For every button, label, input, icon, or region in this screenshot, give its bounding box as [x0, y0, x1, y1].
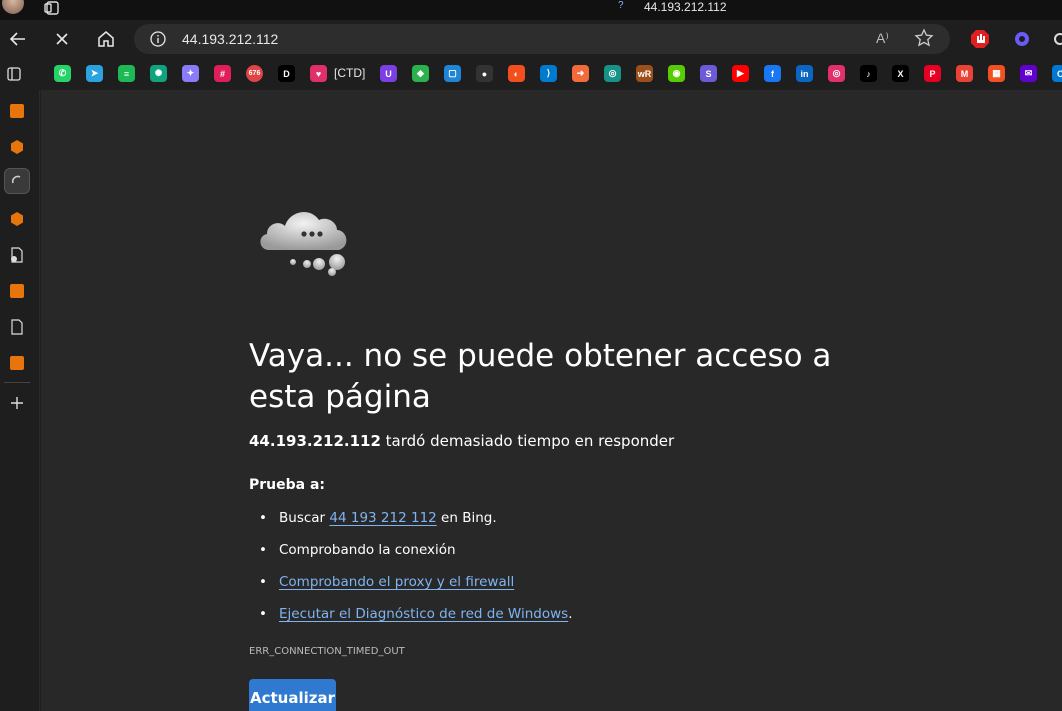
sidebar-tab-1[interactable] — [4, 98, 30, 124]
suggestion-check-connection: Comprobando la conexión — [249, 542, 573, 574]
read-aloud-icon[interactable]: A⁾ — [876, 30, 889, 47]
vertical-tabs-sidebar — [0, 90, 40, 711]
profile-avatar[interactable] — [2, 0, 24, 14]
youtube-icon[interactable]: ▶ — [732, 65, 749, 82]
gitkraken-icon[interactable]: ◎ — [604, 65, 621, 82]
spotify-icon[interactable]: ≡ — [118, 65, 135, 82]
tiktok-icon[interactable]: ♪ — [860, 65, 877, 82]
speedtest-icon[interactable]: 676 — [246, 65, 263, 82]
yahoo-mail-icon[interactable]: ✉ — [1020, 65, 1037, 82]
error-title: Vaya... no se puede obtener acceso a est… — [249, 338, 832, 415]
suggestion-list: Buscar 44 193 212 112 en Bing. Comproban… — [249, 510, 573, 638]
favorite-star-icon[interactable] — [914, 28, 934, 48]
error-code: ERR_CONNECTION_TIMED_OUT — [249, 646, 405, 657]
tab-favicon: ? — [618, 0, 624, 11]
pinterest-icon[interactable]: P — [924, 65, 941, 82]
search-suffix: en Bing. — [436, 510, 497, 526]
diagnostics-suffix: . — [568, 606, 573, 622]
error-subtitle: 44.193.212.112 tardó demasiado tiempo en… — [249, 432, 674, 450]
favorites-bar: [CTD] ✆ ➤ ≡ ✺ ✦ #676 D ♥ U ◆ ▢ ● ◐ ⟩ ➜ ◎ wR ◉ S ▶ f in ◎ ♪ X P M ▦ ✉… — [0, 58, 1062, 90]
try-label: Prueba a: — [249, 477, 326, 493]
plus-icon — [11, 397, 23, 409]
refresh-button[interactable]: Actualizar — [249, 679, 336, 711]
ctd-icon[interactable]: ♥ — [310, 65, 327, 82]
suggestion-diagnostics: Ejecutar el Diagnóstico de red de Window… — [249, 606, 573, 638]
check-proxy-link[interactable]: Comprobando el proxy y el firewall — [279, 574, 514, 590]
slack-icon[interactable]: # — [214, 65, 231, 82]
s-app-icon[interactable]: S — [700, 65, 717, 82]
document-error-icon — [11, 247, 23, 263]
aws-icon — [10, 356, 24, 370]
duolingo-icon[interactable]: ◉ — [668, 65, 685, 82]
sidebar-divider — [4, 382, 30, 383]
url-text[interactable]: 44.193.212.112 — [182, 31, 278, 47]
info-icon[interactable] — [150, 31, 166, 47]
vscode-icon[interactable]: ⟩ — [540, 65, 557, 82]
aws-cube-icon — [11, 140, 23, 154]
error-host: 44.193.212.112 — [249, 432, 381, 450]
aws-icon — [10, 284, 24, 298]
new-tab-button[interactable] — [4, 390, 30, 416]
sidebar-tab-2[interactable] — [4, 134, 30, 160]
facebook-icon[interactable]: f — [764, 65, 781, 82]
figma-icon[interactable]: ◐ — [508, 65, 525, 82]
gemini-icon[interactable]: ✦ — [182, 65, 199, 82]
browser-window: ? 44.193.212.112 44.193.212.112 A⁾ [CTD]… — [0, 0, 1062, 711]
extension-gear-icon[interactable] — [1012, 29, 1032, 49]
home-button[interactable] — [93, 26, 119, 52]
sidebar-tab-6[interactable] — [4, 278, 30, 304]
wr-icon[interactable]: wR — [636, 65, 653, 82]
suggestion-check-proxy: Comprobando el proxy y el firewall — [249, 574, 573, 606]
address-bar[interactable]: 44.193.212.112 A⁾ — [134, 24, 950, 54]
aws-icon — [10, 104, 24, 118]
sidebar-tab-4[interactable] — [4, 206, 30, 232]
home-icon — [98, 31, 114, 47]
sidebar-tab-5[interactable] — [4, 242, 30, 268]
tab-actions-icon[interactable] — [6, 66, 22, 82]
toolbar: 44.193.212.112 A⁾ — [0, 20, 1062, 58]
title-bar: ? 44.193.212.112 — [0, 0, 1062, 20]
linkedin-icon[interactable]: in — [796, 65, 813, 82]
check-connection-text: Comprobando la conexión — [279, 542, 456, 558]
workspaces-icon[interactable] — [44, 1, 60, 15]
outlook-icon[interactable]: O — [1052, 65, 1062, 82]
tab-title[interactable]: 44.193.212.112 — [644, 0, 727, 14]
back-button[interactable] — [5, 26, 31, 52]
aws-cube-icon — [11, 212, 23, 226]
page-content: Vaya... no se puede obtener acceso a est… — [41, 90, 1062, 711]
feedly-icon[interactable]: ◆ — [412, 65, 429, 82]
back-arrow-icon — [9, 32, 25, 46]
close-icon — [56, 33, 68, 45]
copilot-icon[interactable] — [1050, 29, 1062, 49]
uphold-icon[interactable]: U — [380, 65, 397, 82]
error-message: tardó demasiado tiempo en responder — [380, 432, 675, 450]
whatsapp-icon[interactable]: ✆ — [54, 65, 71, 82]
cloud-error-icon — [260, 212, 347, 276]
loading-spinner-icon — [11, 175, 21, 184]
stop-button[interactable] — [49, 26, 75, 52]
search-prefix: Buscar — [279, 510, 330, 526]
sidebar-tab-8[interactable] — [4, 350, 30, 376]
x-icon[interactable]: X — [892, 65, 909, 82]
adblock-extension-icon[interactable] — [970, 29, 990, 49]
document-icon — [11, 319, 23, 335]
speedtest-badge: 676 — [248, 70, 261, 77]
telegram-icon[interactable]: ➤ — [86, 65, 103, 82]
microsoft-icon[interactable]: ▦ — [988, 65, 1005, 82]
sidebar-tab-7[interactable] — [4, 314, 30, 340]
window-icon[interactable]: ▢ — [444, 65, 461, 82]
github-icon[interactable]: ● — [476, 65, 493, 82]
dm-icon[interactable]: D — [278, 65, 295, 82]
arrow-icon[interactable]: ➜ — [572, 65, 589, 82]
favorite-ctd-label[interactable]: [CTD] — [334, 66, 365, 80]
suggestion-search: Buscar 44 193 212 112 en Bing. — [249, 510, 573, 542]
gmail-icon[interactable]: M — [956, 65, 973, 82]
diagnostics-link[interactable]: Ejecutar el Diagnóstico de red de Window… — [279, 606, 568, 622]
chatgpt-icon[interactable]: ✺ — [150, 65, 167, 82]
instagram-icon[interactable]: ◎ — [828, 65, 845, 82]
search-bing-link[interactable]: 44 193 212 112 — [329, 510, 436, 526]
sidebar-tab-active[interactable] — [4, 168, 30, 194]
